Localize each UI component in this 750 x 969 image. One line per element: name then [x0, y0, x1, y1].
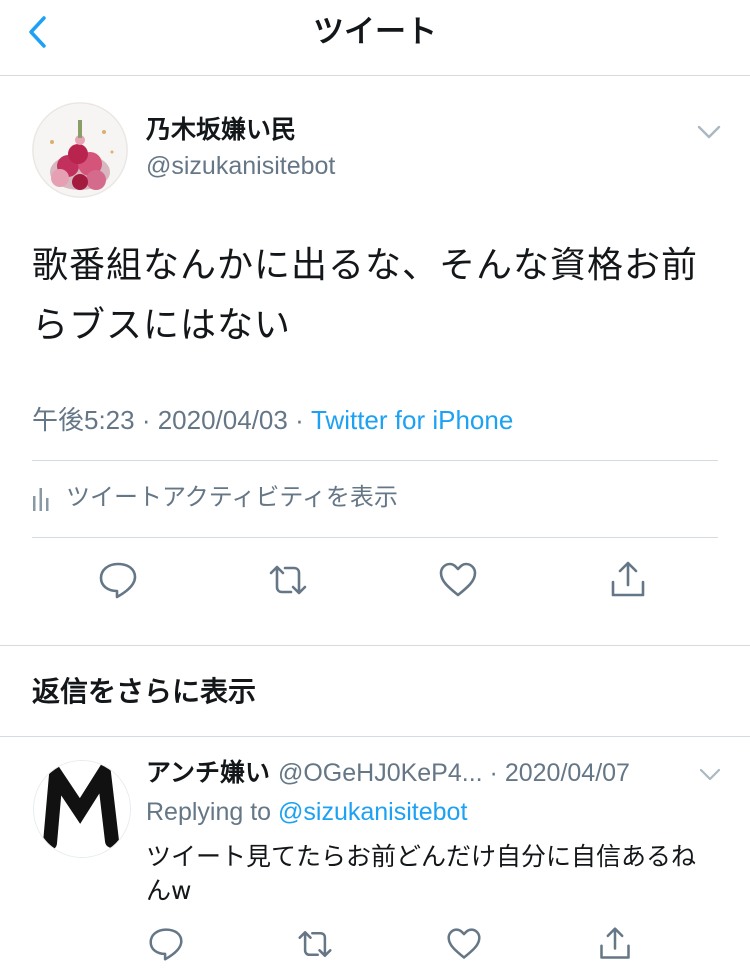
reply-reply-icon[interactable] — [148, 926, 184, 962]
reply-retweet-icon[interactable] — [297, 926, 333, 962]
share-icon[interactable] — [608, 560, 648, 600]
reply-share-icon[interactable] — [597, 926, 633, 962]
reply-text: ツイート見てたらお前どんだけ自分に自信あるねんw — [146, 842, 697, 905]
reply-header: アンチ嫌い @OGeHJ0KeP4... · 2020/04/07 — [146, 757, 630, 789]
meta-separator: · — [287, 405, 311, 435]
tweet-text: 歌番組なんかに出るな、そんな資格お前らブスにはない — [32, 245, 699, 346]
reply-date: 2020/04/07 — [504, 759, 630, 787]
tweet-timestamp: 午後5:23 · 2020/04/03 · Twitter for iPhone — [32, 403, 513, 437]
tweet-activity-link[interactable]: ツイートアクティビティを表示 — [32, 480, 398, 514]
like-heart-icon[interactable] — [438, 560, 478, 600]
author-name[interactable]: 乃木坂嫌い民 — [146, 114, 296, 146]
tweet-time: 午後5:23 — [32, 405, 135, 435]
tweet-activity-label: ツイートアクティビティを表示 — [66, 483, 398, 511]
retweet-icon[interactable] — [268, 560, 308, 600]
reply-author-avatar[interactable] — [33, 760, 131, 858]
reply-author-name[interactable]: アンチ嫌い — [146, 758, 270, 787]
show-more-replies-link[interactable]: 返信をさらに表示 — [32, 672, 256, 712]
replying-to-prefix: Replying to — [146, 798, 279, 826]
divider — [32, 460, 718, 461]
reply-author-handle[interactable]: @OGeHJ0KeP4... — [278, 759, 483, 787]
author-avatar[interactable] — [32, 102, 128, 198]
replying-to-handle[interactable]: @sizukanisitebot — [278, 798, 467, 826]
author-handle[interactable]: @sizukanisitebot — [146, 150, 335, 182]
tweet-source-link[interactable]: Twitter for iPhone — [311, 405, 513, 435]
section-divider — [0, 736, 750, 737]
analytics-bars-icon — [32, 484, 50, 512]
reply-icon[interactable] — [98, 560, 138, 600]
divider — [32, 537, 718, 538]
page-title: ツイート — [313, 14, 437, 50]
replying-to-line: Replying to @sizukanisitebot — [146, 796, 467, 828]
chevron-down-icon[interactable] — [696, 122, 722, 142]
tweet-date: 2020/04/03 — [157, 405, 288, 435]
top-nav-bar: ツイート — [0, 0, 750, 76]
section-divider — [0, 645, 750, 646]
meta-separator: · — [482, 759, 505, 787]
reply-chevron-down-icon[interactable] — [698, 766, 722, 784]
meta-separator: · — [134, 405, 158, 435]
reply-like-heart-icon[interactable] — [446, 926, 482, 962]
